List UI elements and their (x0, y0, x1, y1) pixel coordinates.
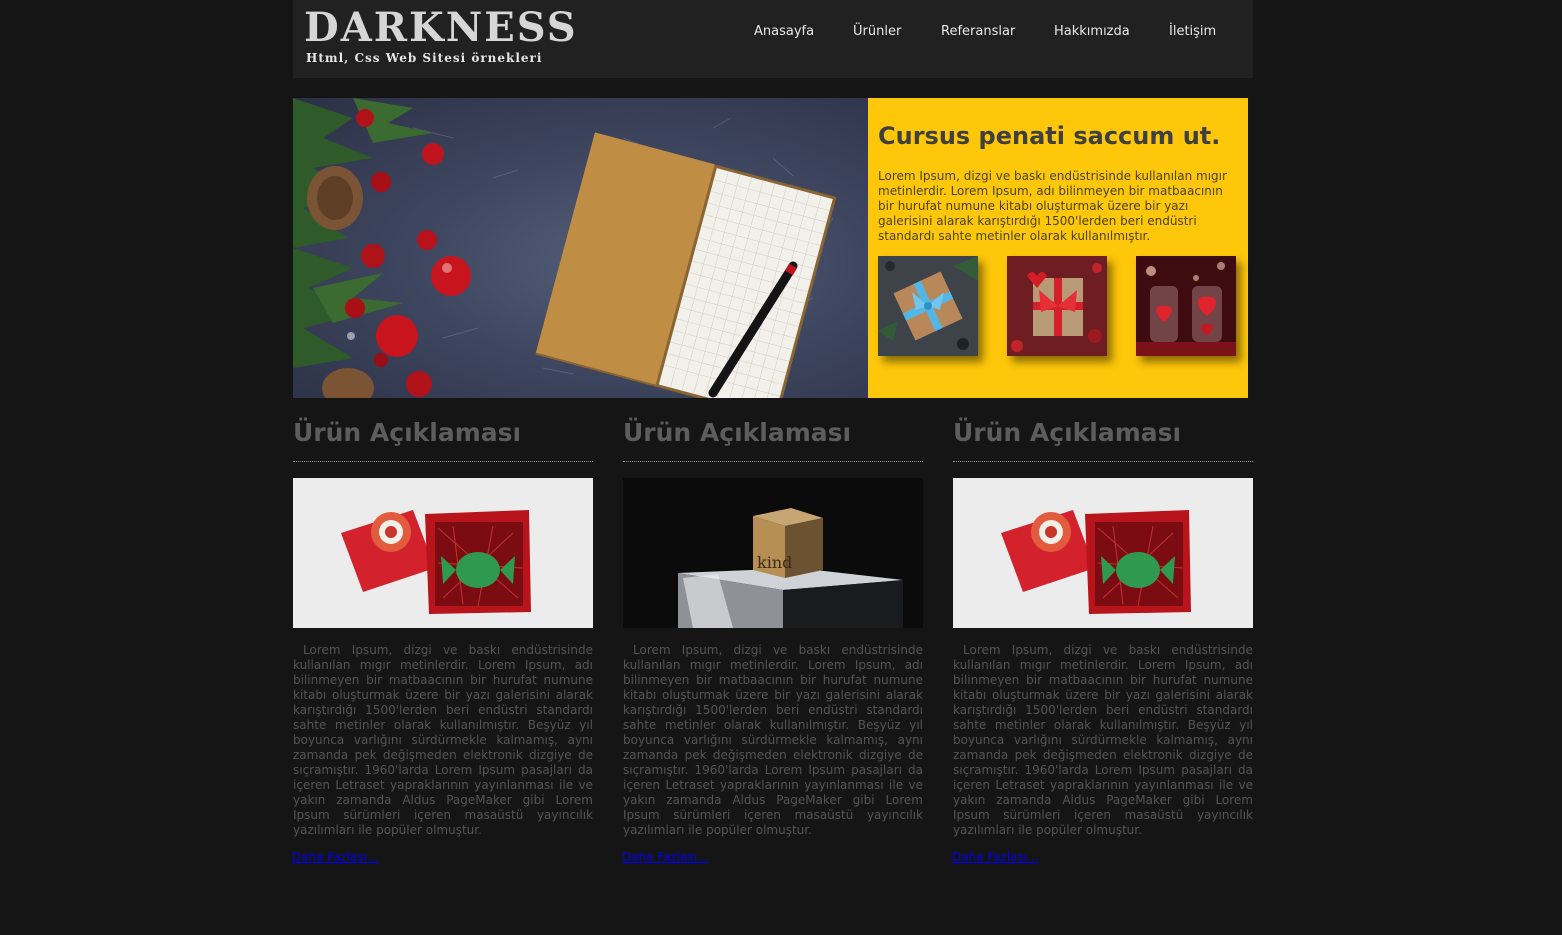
read-more-link[interactable]: Daha Fazlası... (622, 850, 709, 864)
nav-item-iletisim[interactable]: İletişim (1169, 24, 1216, 39)
hero-section: Cursus penati saccum ut. Lorem Ipsum, di… (293, 98, 1248, 398)
gift-red-ribbon-photo[interactable] (1007, 256, 1107, 356)
hero-title: Cursus penati saccum ut. (878, 122, 1221, 150)
divider (623, 461, 923, 462)
nav-item-anasayfa[interactable]: Anasayfa (754, 24, 814, 39)
site-tagline: Html, Css Web Sitesi örnekleri (306, 51, 543, 65)
divider (293, 461, 593, 462)
hearts-jar-photo[interactable] (1136, 256, 1236, 356)
nav-item-hakkimizda[interactable]: Hakkımızda (1054, 24, 1130, 39)
product-title: Ürün Açıklaması (293, 418, 522, 447)
product-description: Lorem Ipsum, dizgi ve baskı endüstrisind… (293, 643, 593, 837)
notebook-christmas-photo (293, 98, 868, 398)
product-description: Lorem Ipsum, dizgi ve baskı endüstrisind… (953, 643, 1253, 837)
site-header: DARKNESS Html, Css Web Sitesi örnekleri … (293, 0, 1253, 78)
read-more-link[interactable]: Daha Fazlası... (952, 850, 1039, 864)
hero-photo-art (293, 98, 837, 398)
product-card-2: Ürün Açıklaması kind Lorem Ipsum, dizgi … (622, 418, 923, 864)
product-card-1: Ürün Açıklaması Lorem Ipsum, dizgi ve ba… (292, 418, 593, 864)
product-title: Ürün Açıklaması (953, 418, 1182, 447)
product-card-3: Ürün Açıklaması Lorem Ipsum, dizgi ve ba… (952, 418, 1253, 864)
gift-blue-ribbon-photo[interactable] (878, 256, 978, 356)
read-more-link[interactable]: Daha Fazlası... (292, 850, 379, 864)
red-gift-box-photo[interactable] (953, 478, 1253, 628)
hero-info-panel: Cursus penati saccum ut. Lorem Ipsum, di… (868, 98, 1248, 398)
nav-item-urunler[interactable]: Ürünler (853, 24, 901, 39)
main-nav: Anasayfa Ürünler Referanslar Hakkımızda … (293, 24, 1253, 44)
svg-text:kind: kind (757, 553, 792, 572)
red-gift-box-photo[interactable] (293, 478, 593, 628)
hero-text: Lorem Ipsum, dizgi ve baskı endüstrisind… (878, 169, 1227, 243)
kind-box-photo[interactable]: kind (623, 478, 923, 628)
nav-item-referanslar[interactable]: Referanslar (941, 24, 1015, 39)
divider (953, 461, 1253, 462)
product-title: Ürün Açıklaması (623, 418, 852, 447)
product-description: Lorem Ipsum, dizgi ve baskı endüstrisind… (623, 643, 923, 837)
